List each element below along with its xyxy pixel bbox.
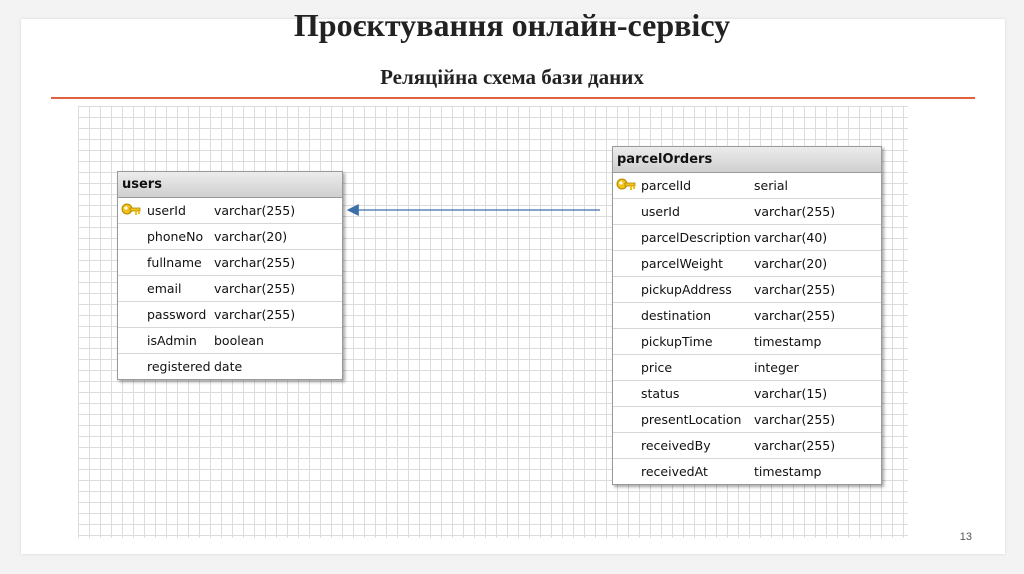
column-type: timestamp xyxy=(754,334,822,349)
table-row[interactable]: parcelWeight varchar(20) xyxy=(613,251,881,277)
table-row[interactable]: price integer xyxy=(613,355,881,381)
page-number: 13 xyxy=(959,531,972,543)
column-name: receivedAt xyxy=(641,464,708,479)
column-type: varchar(255) xyxy=(754,412,836,427)
column-name: destination xyxy=(641,308,712,323)
slide-title: Проєктування онлайн-сервісу xyxy=(293,7,731,43)
table-row[interactable]: fullname varchar(255) xyxy=(118,250,342,276)
column-type: varchar(40) xyxy=(754,230,828,245)
table-row[interactable]: phoneNo varchar(20) xyxy=(118,224,342,250)
primary-key-icon xyxy=(121,203,141,215)
table-row[interactable]: destination varchar(255) xyxy=(613,303,881,329)
column-type: varchar(15) xyxy=(754,386,828,401)
table-body: parcelId serial userId varchar(255) parcelDe… xyxy=(613,173,881,484)
table-body: userId varchar(255) phoneNo varchar(20) full… xyxy=(118,198,342,379)
table-row[interactable]: isAdmin boolean xyxy=(118,328,342,354)
column-name: pickupTime xyxy=(641,334,713,349)
column-name: userId xyxy=(641,204,680,219)
column-type: varchar(255) xyxy=(754,308,836,323)
table-row[interactable]: receivedBy varchar(255) xyxy=(613,433,881,459)
table-row[interactable]: registered date xyxy=(118,354,342,379)
column-type: varchar(255) xyxy=(754,282,836,297)
column-name: status xyxy=(641,386,680,401)
column-type: varchar(255) xyxy=(214,203,296,218)
parcel-orders-table[interactable]: parcelOrders parcelId serial userId varchar… xyxy=(612,146,882,485)
column-name: registered xyxy=(147,359,211,374)
column-name: parcelWeight xyxy=(641,256,724,271)
slide-subtitle: Реляційна схема бази даних xyxy=(380,65,644,89)
column-name: userId xyxy=(147,203,186,218)
column-name: parcelId xyxy=(641,178,692,193)
column-name: isAdmin xyxy=(147,333,197,348)
column-type: date xyxy=(214,359,243,374)
column-name: phoneNo xyxy=(147,229,204,244)
column-type: varchar(255) xyxy=(754,204,836,219)
column-type: boolean xyxy=(214,333,264,348)
table-row[interactable]: receivedAt timestamp xyxy=(613,459,881,484)
column-type: varchar(20) xyxy=(214,229,288,244)
column-type: timestamp xyxy=(754,464,822,479)
column-name: price xyxy=(641,360,673,375)
column-name: receivedBy xyxy=(641,438,711,453)
table-row[interactable]: userId varchar(255) xyxy=(118,198,342,224)
table-row[interactable]: password varchar(255) xyxy=(118,302,342,328)
table-row[interactable]: parcelDescription varchar(40) xyxy=(613,225,881,251)
users-table[interactable]: users userId varchar(255) phoneNo varchar(2… xyxy=(117,171,343,380)
column-type: varchar(20) xyxy=(754,256,828,271)
table-header[interactable]: users xyxy=(118,172,342,198)
table-row[interactable]: pickupAddress varchar(255) xyxy=(613,277,881,303)
column-type: varchar(255) xyxy=(754,438,836,453)
column-name: password xyxy=(147,307,207,322)
column-name: presentLocation xyxy=(641,412,742,427)
column-name: fullname xyxy=(147,255,202,270)
primary-key-icon xyxy=(616,178,636,190)
column-type: varchar(255) xyxy=(214,255,296,270)
column-type: varchar(255) xyxy=(214,281,296,296)
column-type: varchar(255) xyxy=(214,307,296,322)
column-name: parcelDescription xyxy=(641,230,751,245)
table-row[interactable]: userId varchar(255) xyxy=(613,199,881,225)
column-name: pickupAddress xyxy=(641,282,732,297)
column-type: serial xyxy=(754,178,788,193)
table-row[interactable]: presentLocation varchar(255) xyxy=(613,407,881,433)
table-row[interactable]: parcelId serial xyxy=(613,173,881,199)
table-header[interactable]: parcelOrders xyxy=(613,147,881,173)
table-row[interactable]: status varchar(15) xyxy=(613,381,881,407)
title-underline xyxy=(51,97,975,99)
column-name: email xyxy=(147,281,182,296)
table-row[interactable]: pickupTime timestamp xyxy=(613,329,881,355)
column-type: integer xyxy=(754,360,799,375)
table-row[interactable]: email varchar(255) xyxy=(118,276,342,302)
